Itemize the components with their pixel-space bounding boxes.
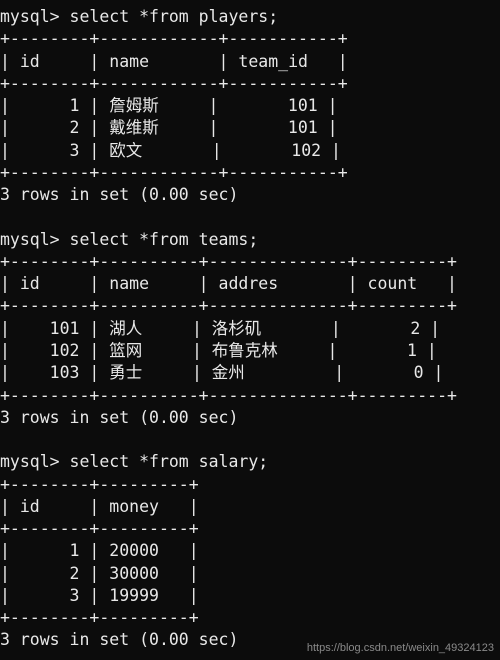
- watermark: https://blog.csdn.net/weixin_49324123: [307, 641, 494, 656]
- terminal-output: mysql> select *from players; +--------+-…: [0, 6, 500, 652]
